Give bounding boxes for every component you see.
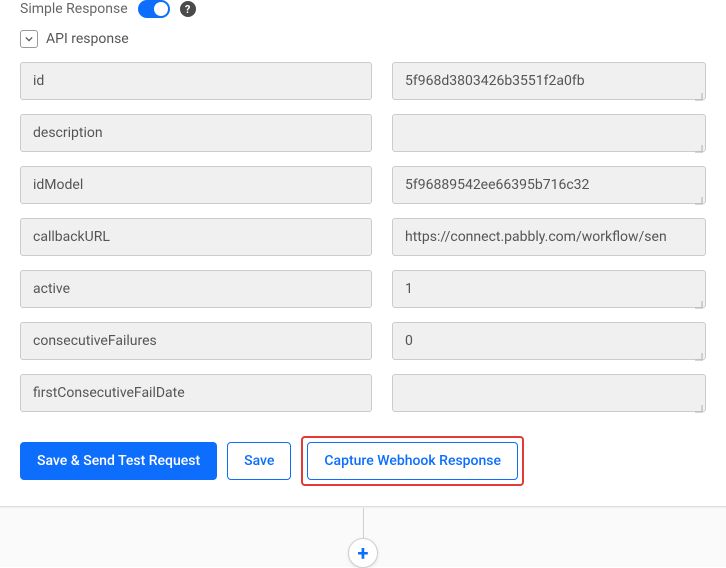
- field-value[interactable]: [392, 62, 706, 100]
- simple-response-toggle[interactable]: [138, 0, 170, 18]
- bottom-connector-area: +: [0, 507, 726, 567]
- field-value-wrap: [392, 114, 706, 156]
- main-panel: Simple Response ? API response id descrip…: [0, 0, 726, 507]
- field-key: callbackURL: [20, 218, 372, 256]
- field-key: description: [20, 114, 372, 152]
- field-row: firstConsecutiveFailDate: [20, 374, 706, 416]
- field-key: consecutiveFailures: [20, 322, 372, 360]
- field-key: idModel: [20, 166, 372, 204]
- field-key: firstConsecutiveFailDate: [20, 374, 372, 412]
- field-key: id: [20, 62, 372, 100]
- add-step-button[interactable]: +: [348, 538, 378, 568]
- field-value-wrap: [392, 270, 706, 312]
- api-response-header: API response: [20, 30, 706, 48]
- api-response-title: API response: [46, 31, 129, 47]
- simple-response-row: Simple Response ?: [20, 0, 706, 30]
- fields-container: id description idModel callbackURL active con…: [20, 62, 706, 416]
- field-row: id: [20, 62, 706, 104]
- save-button[interactable]: Save: [227, 442, 291, 480]
- field-row: callbackURL: [20, 218, 706, 260]
- capture-webhook-button[interactable]: Capture Webhook Response: [307, 442, 518, 480]
- field-row: active: [20, 270, 706, 312]
- field-value[interactable]: [392, 270, 706, 308]
- field-row: consecutiveFailures: [20, 322, 706, 364]
- field-value[interactable]: [392, 166, 706, 204]
- field-value-wrap: [392, 322, 706, 364]
- field-value-wrap: [392, 62, 706, 104]
- field-value[interactable]: [392, 322, 706, 360]
- highlight-box: Capture Webhook Response: [301, 436, 524, 486]
- save-send-button[interactable]: Save & Send Test Request: [20, 442, 217, 480]
- connector-line: [363, 508, 364, 538]
- field-row: description: [20, 114, 706, 156]
- field-value[interactable]: [392, 218, 706, 256]
- button-row: Save & Send Test Request Save Capture We…: [20, 436, 706, 486]
- field-value[interactable]: [392, 114, 706, 152]
- plus-icon: +: [358, 541, 369, 565]
- field-row: idModel: [20, 166, 706, 208]
- simple-response-label: Simple Response: [20, 1, 128, 17]
- field-key: active: [20, 270, 372, 308]
- field-value-wrap: [392, 374, 706, 416]
- field-value-wrap: [392, 218, 706, 260]
- help-icon[interactable]: ?: [180, 1, 196, 17]
- field-value[interactable]: [392, 374, 706, 412]
- chevron-down-icon[interactable]: [20, 30, 38, 48]
- field-value-wrap: [392, 166, 706, 208]
